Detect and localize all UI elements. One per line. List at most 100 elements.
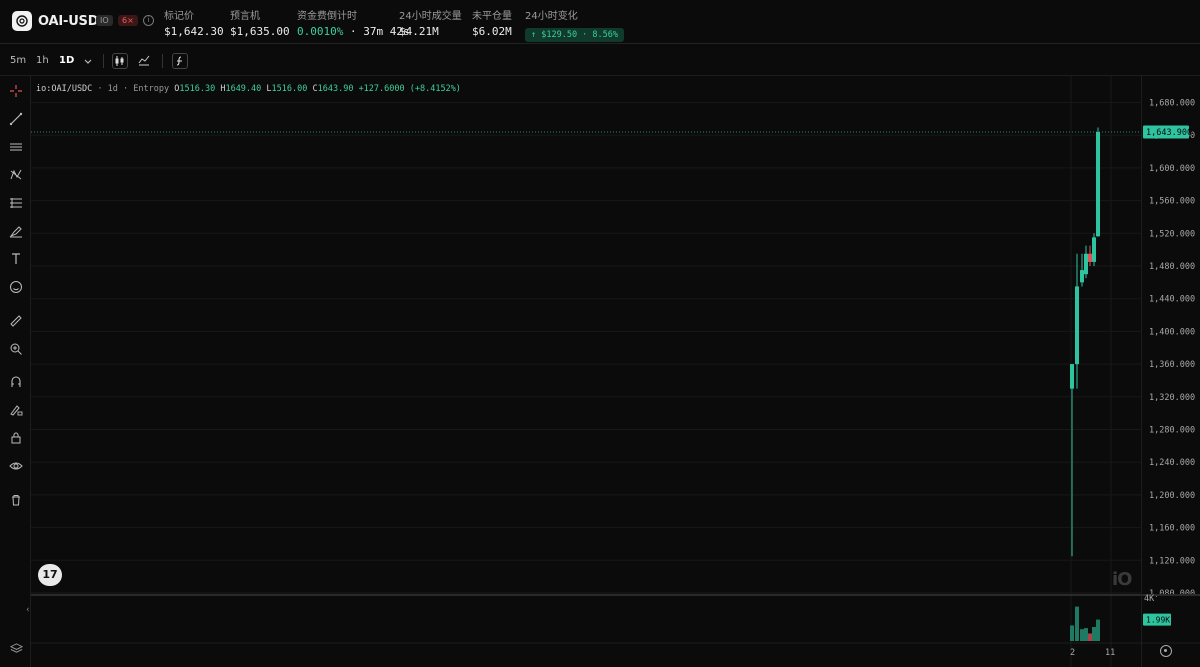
x-tick-label: 11 [1105,648,1115,658]
legend-close: 1643.90 [317,84,354,94]
settings-gear-icon[interactable] [1160,645,1172,657]
tradingview-logo-icon[interactable]: 17 [38,564,62,586]
stat-label: 24小时变化 [525,11,578,22]
volume-bar [1088,633,1092,641]
volume-bar [1096,619,1100,641]
candle-body [1080,270,1084,283]
divider [103,54,104,68]
y-tick-label: 1,440.000 [1149,295,1195,305]
lock-draw-icon[interactable] [7,401,24,418]
change-badge: ↑ $129.50 · 8.56% [525,28,624,42]
volume-bar [1084,628,1088,641]
legend-source: Entropy [133,84,170,94]
legend-change-pct: (+8.4152%) [409,84,461,94]
ruler-icon[interactable] [7,312,24,329]
y-tick-label: 1,360.000 [1149,360,1195,370]
legend-high: 1649.40 [225,84,262,94]
x-tick-label: 2 [1070,648,1075,658]
y-tick-label: 1,200.000 [1149,491,1195,501]
stat-label: 未平仓量 [472,11,512,22]
timeframe-1d[interactable]: 1D [59,55,74,66]
fib-icon[interactable] [7,194,24,211]
lock-icon[interactable] [7,429,24,446]
y-tick-label: 1,600.000 [1149,164,1195,174]
volume-value: $4.21M [399,25,439,38]
openai-logo-icon [12,11,32,31]
volume-bar [1070,625,1074,641]
y-tick-label: 1,320.000 [1149,393,1195,403]
y-tick-label: 1,400.000 [1149,327,1195,337]
trash-icon[interactable] [7,491,24,508]
legend-change: +127.6000 [358,84,405,94]
zoom-in-icon[interactable] [7,340,24,357]
y-tick-label: 1,240.000 [1149,458,1195,468]
stat-label: 预言机 [230,11,260,22]
line-chart-icon[interactable] [136,53,152,69]
venue-badge: IO [96,15,113,26]
oracle-price-value: $1,635.00 [230,25,290,38]
mark-price-stat: 标记价 $1,642.30 [164,7,224,38]
candle-body [1092,237,1096,262]
candle-body [1084,253,1088,275]
price-axis-border [1141,76,1142,667]
legend-symbol: io:OAI/USDC [36,84,93,94]
stat-label: 24小时成交量 [399,11,462,22]
volume-axis-label: 4K [1144,594,1155,604]
y-tick-label: 1,280.000 [1149,426,1195,436]
text-icon[interactable] [7,250,24,267]
y-tick-label: 1,480.000 [1149,262,1195,272]
mark-price-value: $1,642.30 [164,25,224,38]
volume-stat: 24小时成交量 $4.21M [399,7,462,38]
volume-bar [1080,629,1084,641]
legend-open: 1516.30 [179,84,216,94]
chevron-down-icon[interactable] [80,53,96,69]
y-tick-label: 1,120.000 [1149,556,1195,566]
stat-label: 资金费倒计时 [297,11,357,22]
timeframe-1h[interactable]: 1h [36,55,49,66]
candles-icon[interactable] [112,53,128,69]
emoji-icon[interactable] [7,278,24,295]
market-header: OAI-USDC IO 6× i 标记价 $1,642.30 预言机 $1,63… [0,0,1200,44]
info-icon[interactable]: i [143,15,154,26]
candle-body [1088,253,1092,262]
horizontal-lines-icon[interactable] [7,138,24,155]
leverage-badge: 6× [118,15,138,26]
chart-toolbar: 5m 1h 1D [0,48,1200,74]
open-interest-value: $6.02M [472,25,512,38]
y-tick-label: 1,520.000 [1149,229,1195,239]
chart-area[interactable]: 1,680.0001,640.0001,600.0001,560.0001,52… [31,76,1200,667]
y-tick-label: 1,560.000 [1149,197,1195,207]
magnet-icon[interactable] [7,373,24,390]
divider [162,54,163,68]
indicators-icon[interactable] [172,53,188,69]
funding-stat: 资金费倒计时 0.0010% · 37m 42s [297,7,410,38]
volume-current-label: 1.99K [1146,616,1170,625]
pattern-icon[interactable] [7,166,24,183]
candle-body [1070,364,1074,389]
crosshair-icon[interactable] [7,82,24,99]
y-tick-label: 1,160.000 [1149,524,1195,534]
open-interest-stat: 未平仓量 $6.02M [472,7,512,38]
ohlc-legend: io:OAI/USDC · 1d · Entropy O1516.30 H164… [36,84,461,94]
legend-interval: 1d [107,84,118,94]
trend-line-icon[interactable] [7,110,24,127]
stat-label: 标记价 [164,11,194,22]
candle-body [1096,132,1100,237]
y-tick-label: 1,680.000 [1149,99,1195,109]
legend-low: 1516.00 [271,84,308,94]
timeframe-5m[interactable]: 5m [10,55,26,66]
candle-body [1075,286,1079,365]
collapse-arrow-icon[interactable]: ‹ [26,605,30,615]
eye-icon[interactable] [7,457,24,474]
funding-value: 0.0010% · 37m 42s [297,25,410,38]
last-price-label: 1,643.900 [1146,128,1192,138]
volume-bar [1092,627,1096,641]
change-stat: 24小时变化 ↑ $129.50 · 8.56% [525,7,624,42]
io-watermark: iO [1112,569,1133,590]
price-chart[interactable]: 1,680.0001,640.0001,600.0001,560.0001,52… [31,76,1200,667]
oracle-price-stat: 预言机 $1,635.00 [230,7,290,38]
layers-icon[interactable] [9,642,24,658]
volume-bar [1075,606,1079,641]
drawing-toolbar [0,76,31,667]
brush-icon[interactable] [7,222,24,239]
